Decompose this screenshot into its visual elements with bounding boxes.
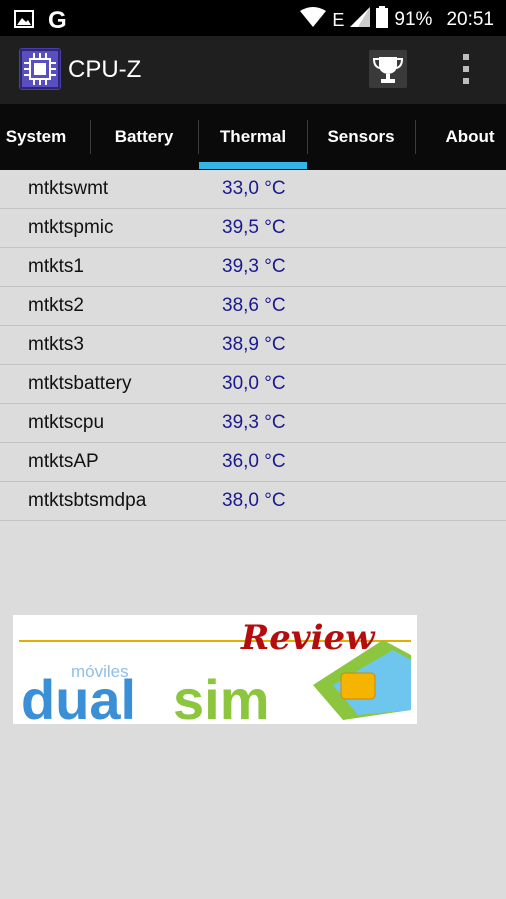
thermal-list: mtktswmt 33,0 °C mtktspmic 39,5 °C mtkts1 3… (0, 170, 506, 521)
overflow-dot-icon (463, 54, 469, 60)
active-tab-indicator (199, 162, 307, 169)
wifi-icon (300, 7, 327, 33)
sensor-name: mtkts3 (28, 334, 84, 355)
dualsim-review-watermark: móviles dual sim Review (13, 615, 417, 731)
tab-bar: System Battery Thermal Sensors About (0, 104, 506, 170)
list-item: mtkts1 39,3 °C (0, 248, 506, 287)
overflow-menu-button[interactable] (454, 52, 478, 86)
sensor-value: 39,3 °C (222, 412, 286, 433)
sensor-name: mtktsAP (28, 451, 99, 472)
sensor-name: mtkts2 (28, 295, 84, 316)
sensor-name: mtktswmt (28, 178, 109, 199)
overflow-dot-icon (463, 66, 469, 72)
overflow-dot-icon (463, 78, 469, 84)
battery-percent: 91% (394, 9, 433, 30)
sensor-value: 33,0 °C (222, 178, 286, 199)
tab-thermal[interactable]: Thermal (199, 104, 307, 170)
list-item: mtktspmic 39,5 °C (0, 209, 506, 248)
tab-system[interactable]: System (0, 104, 90, 170)
sensor-name: mtktspmic (28, 217, 114, 238)
sensor-value: 38,0 °C (222, 490, 286, 511)
cpu-z-logo-icon (19, 48, 61, 90)
battery-icon (376, 6, 389, 34)
banner-brand-sim: sim (173, 668, 270, 724)
banner-brand-dual: dual (21, 668, 136, 724)
sensor-name: mtkts1 (28, 256, 84, 277)
app-title: CPU-Z (68, 56, 142, 83)
sensor-value: 36,0 °C (222, 451, 286, 472)
gallery-notification-icon (14, 9, 34, 33)
sensor-value: 39,5 °C (222, 217, 286, 238)
tab-battery[interactable]: Battery (90, 104, 198, 170)
tab-label: Sensors (327, 127, 395, 146)
list-item: mtktsAP 36,0 °C (0, 443, 506, 482)
tab-about[interactable]: About (416, 104, 506, 170)
list-item: mtktsbattery 30,0 °C (0, 365, 506, 404)
list-item: mtkts2 38,6 °C (0, 287, 506, 326)
sensor-value: 39,3 °C (222, 256, 286, 277)
banner-review-text: Review (240, 618, 376, 658)
google-notification-icon: G (48, 7, 67, 34)
sensor-value: 38,6 °C (222, 295, 286, 316)
list-item: mtkts3 38,9 °C (0, 326, 506, 365)
trophy-icon (369, 57, 407, 92)
clock: 20:51 (446, 9, 494, 30)
sensor-value: 38,9 °C (222, 334, 286, 355)
tab-label: Battery (114, 127, 174, 146)
tab-label: System (5, 127, 67, 146)
list-item: mtktscpu 39,3 °C (0, 404, 506, 443)
status-bar: G E 91% 20:51 (0, 0, 506, 36)
tab-sensors[interactable]: Sensors (307, 104, 415, 170)
list-item: mtktswmt 33,0 °C (0, 170, 506, 209)
sensor-name: mtktsbattery (28, 373, 132, 394)
trophy-button[interactable] (369, 50, 407, 88)
sensor-name: mtktsbtsmdpa (28, 490, 147, 511)
tab-label: Thermal (219, 127, 287, 146)
list-item: mtktsbtsmdpa 38,0 °C (0, 482, 506, 521)
sensor-name: mtktscpu (28, 412, 105, 433)
tab-label: About (445, 127, 495, 146)
network-type-label: E (332, 9, 345, 30)
sensor-value: 30,0 °C (222, 373, 286, 394)
signal-icon (350, 7, 371, 33)
app-bar: CPU-Z (0, 36, 506, 104)
